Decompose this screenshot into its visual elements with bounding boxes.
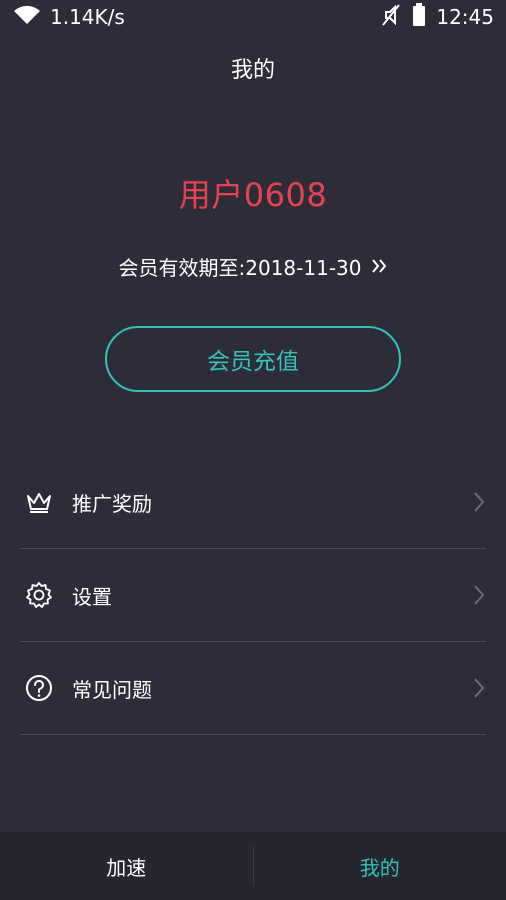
tab-mine[interactable]: 我的 [254, 832, 506, 900]
battery-icon [412, 2, 426, 32]
mute-icon [380, 3, 402, 32]
wifi-icon [12, 4, 42, 31]
help-icon [24, 673, 54, 703]
menu-item-label: 推广奖励 [72, 491, 152, 516]
membership-expiry-link[interactable]: 会员有效期至:2018-11-30 [0, 252, 506, 281]
my-profile-screen: 1.14K/s 12:45 我的 用户0608 会员有效期至:2018-11-3… [0, 0, 506, 900]
double-chevron-right-icon [371, 255, 387, 279]
status-bar: 1.14K/s 12:45 [0, 0, 506, 34]
chevron-right-icon [472, 491, 486, 513]
menu-item-label: 设置 [72, 584, 112, 609]
menu-list: 推广奖励 设置 常见问题 [20, 456, 486, 735]
chevron-right-icon [472, 584, 486, 606]
page-title: 我的 [230, 58, 275, 83]
menu-item-referral-rewards[interactable]: 推广奖励 [20, 456, 486, 549]
menu-item-faq[interactable]: 常见问题 [20, 642, 486, 735]
status-right: 12:45 [380, 2, 494, 32]
username: 用户0608 [178, 176, 328, 214]
chevron-right-icon [472, 677, 486, 699]
gear-icon [24, 580, 54, 610]
menu-item-settings[interactable]: 设置 [20, 549, 486, 642]
menu-item-label: 常见问题 [72, 677, 152, 702]
recharge-button[interactable]: 会员充值 [105, 326, 401, 392]
crown-icon [24, 487, 54, 517]
membership-expiry-text: 会员有效期至:2018-11-30 [118, 256, 362, 280]
bottom-nav: 加速 我的 [0, 832, 506, 900]
status-left: 1.14K/s [12, 4, 125, 31]
tab-accelerate[interactable]: 加速 [0, 832, 253, 900]
clock: 12:45 [436, 5, 494, 29]
network-speed: 1.14K/s [50, 5, 125, 29]
